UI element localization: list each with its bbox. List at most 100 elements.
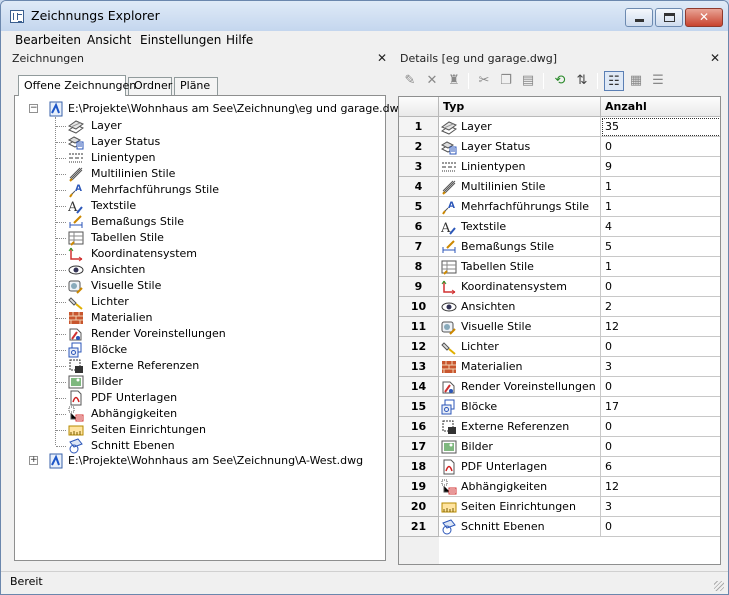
count-cell[interactable]: 17 — [601, 397, 720, 417]
count-cell[interactable]: 6 — [601, 457, 720, 477]
count-cell[interactable]: 0 — [601, 417, 720, 437]
tree-item[interactable]: Visuelle Stile — [15, 278, 385, 294]
drawing-tree[interactable]: − E:\Projekte\Wohnhaus am See\Zeichnung\… — [14, 95, 406, 561]
tree-item[interactable]: Linientypen — [15, 150, 385, 166]
tab-open-drawings[interactable]: Offene Zeichnungen — [18, 75, 136, 96]
menu-ansicht[interactable]: Ansicht — [87, 33, 131, 47]
copy-icon[interactable]: ❐ — [496, 71, 516, 91]
table-row[interactable]: 14 Render Voreinstellungen 0 — [399, 377, 720, 397]
sync-icon[interactable]: ⇅ — [572, 71, 592, 91]
type-cell[interactable]: Tabellen Stile — [439, 257, 601, 277]
column-header-index[interactable] — [399, 97, 439, 117]
details-grid[interactable]: Typ Anzahl 1 Layer 35 2 Layer Status 0 3 Linien… — [398, 96, 721, 565]
tree-item[interactable]: Koordinatensystem — [15, 246, 385, 262]
type-cell[interactable]: Externe Referenzen — [439, 417, 601, 437]
table-row[interactable]: 4 Multilinien Stile 1 — [399, 177, 720, 197]
type-cell[interactable]: Layer Status — [439, 137, 601, 157]
count-cell[interactable]: 4 — [601, 217, 720, 237]
tree-item[interactable]: Layer — [15, 118, 385, 134]
count-cell[interactable]: 5 — [601, 237, 720, 257]
count-cell[interactable]: 1 — [601, 257, 720, 277]
count-cell[interactable]: 0 — [601, 377, 720, 397]
column-header-type[interactable]: Typ — [439, 97, 601, 117]
count-cell[interactable]: 12 — [601, 317, 720, 337]
table-row[interactable]: 19 Abhängigkeiten 12 — [399, 477, 720, 497]
tab-layouts[interactable]: Pläne — [174, 77, 218, 95]
tree-item[interactable]: Ansichten — [15, 262, 385, 278]
expand-icon[interactable]: + — [29, 456, 38, 465]
count-cell[interactable]: 1 — [601, 197, 720, 217]
close-icon[interactable]: ✕ — [377, 51, 387, 65]
tree-item[interactable]: A Textstile — [15, 198, 385, 214]
tree-item[interactable]: Schnitt Ebenen — [15, 438, 385, 454]
tree-item[interactable]: Seiten Einrichtungen — [15, 422, 385, 438]
type-cell[interactable]: Lichter — [439, 337, 601, 357]
tree-item[interactable]: Materialien — [15, 310, 385, 326]
tree-item[interactable]: Render Voreinstellungen — [15, 326, 385, 342]
table-row[interactable]: 12 Lichter 0 — [399, 337, 720, 357]
table-row[interactable]: 5 A Mehrfachführungs Stile 1 — [399, 197, 720, 217]
delete-icon[interactable]: ✕ — [422, 71, 442, 91]
table-row[interactable]: 9 Koordinatensystem 0 — [399, 277, 720, 297]
cut-icon[interactable]: ✂ — [474, 71, 494, 91]
tree-item[interactable]: Layer Status — [15, 134, 385, 150]
table-row[interactable]: 20 Seiten Einrichtungen 3 — [399, 497, 720, 517]
menu-bearbeiten[interactable]: Bearbeiten — [15, 33, 81, 47]
table-row[interactable]: 17 Bilder 0 — [399, 437, 720, 457]
count-cell[interactable]: 9 — [601, 157, 720, 177]
column-header-count[interactable]: Anzahl — [601, 97, 720, 117]
close-icon[interactable]: ✕ — [710, 51, 720, 65]
count-cell[interactable]: 35 — [601, 117, 720, 137]
count-cell[interactable]: 0 — [601, 137, 720, 157]
table-row[interactable]: 6 A Textstile 4 — [399, 217, 720, 237]
new-item-icon[interactable]: ✎ — [400, 71, 420, 91]
type-cell[interactable]: Schnitt Ebenen — [439, 517, 601, 537]
count-cell[interactable]: 0 — [601, 337, 720, 357]
type-cell[interactable]: PDF Unterlagen — [439, 457, 601, 477]
type-cell[interactable]: Materialien — [439, 357, 601, 377]
table-row[interactable]: 1 Layer 35 — [399, 117, 720, 137]
table-row[interactable]: 8 Tabellen Stile 1 — [399, 257, 720, 277]
tree-item[interactable]: Externe Referenzen — [15, 358, 385, 374]
minimize-button[interactable] — [625, 8, 653, 27]
paste-icon[interactable]: ▤ — [518, 71, 538, 91]
type-cell[interactable]: Koordinatensystem — [439, 277, 601, 297]
tree-item[interactable]: A Mehrfachführungs Stile — [15, 182, 385, 198]
details-view-icon[interactable]: ☷ — [604, 71, 624, 91]
tree-item[interactable]: Lichter — [15, 294, 385, 310]
type-cell[interactable]: A Mehrfachführungs Stile — [439, 197, 601, 217]
tree-item[interactable]: Bilder — [15, 374, 385, 390]
type-cell[interactable]: Visuelle Stile — [439, 317, 601, 337]
count-cell[interactable]: 0 — [601, 517, 720, 537]
type-cell[interactable]: Linientypen — [439, 157, 601, 177]
maximize-button[interactable] — [655, 8, 683, 27]
tree-item[interactable]: Blöcke — [15, 342, 385, 358]
table-row[interactable]: 2 Layer Status 0 — [399, 137, 720, 157]
type-cell[interactable]: Blöcke — [439, 397, 601, 417]
title-bar[interactable]: Zeichnungs Explorer ✕ — [1, 1, 728, 31]
type-cell[interactable]: Seiten Einrichtungen — [439, 497, 601, 517]
purge-icon[interactable]: ♜ — [444, 71, 464, 91]
count-cell[interactable]: 12 — [601, 477, 720, 497]
table-row[interactable]: 3 Linientypen 9 — [399, 157, 720, 177]
count-cell[interactable]: 3 — [601, 497, 720, 517]
menu-einstellungen[interactable]: Einstellungen — [140, 33, 221, 47]
count-cell[interactable]: 2 — [601, 297, 720, 317]
type-cell[interactable]: A Textstile — [439, 217, 601, 237]
resize-grip-icon[interactable] — [714, 581, 724, 591]
count-cell[interactable]: 0 — [601, 437, 720, 457]
type-cell[interactable]: Render Voreinstellungen — [439, 377, 601, 397]
table-row[interactable]: 18 PDF Unterlagen 6 — [399, 457, 720, 477]
type-cell[interactable]: Abhängigkeiten — [439, 477, 601, 497]
table-row[interactable]: 13 Materialien 3 — [399, 357, 720, 377]
table-row[interactable]: 7 Bemaßungs Stile 5 — [399, 237, 720, 257]
tree-view-icon[interactable]: ☰ — [648, 71, 668, 91]
table-row[interactable]: 16 Externe Referenzen 0 — [399, 417, 720, 437]
type-cell[interactable]: Layer — [439, 117, 601, 137]
collapse-icon[interactable]: − — [29, 104, 38, 113]
type-cell[interactable]: Multilinien Stile — [439, 177, 601, 197]
type-cell[interactable]: Bemaßungs Stile — [439, 237, 601, 257]
type-cell[interactable]: Ansichten — [439, 297, 601, 317]
tree-item[interactable]: Multilinien Stile — [15, 166, 385, 182]
table-row[interactable]: 15 Blöcke 17 — [399, 397, 720, 417]
